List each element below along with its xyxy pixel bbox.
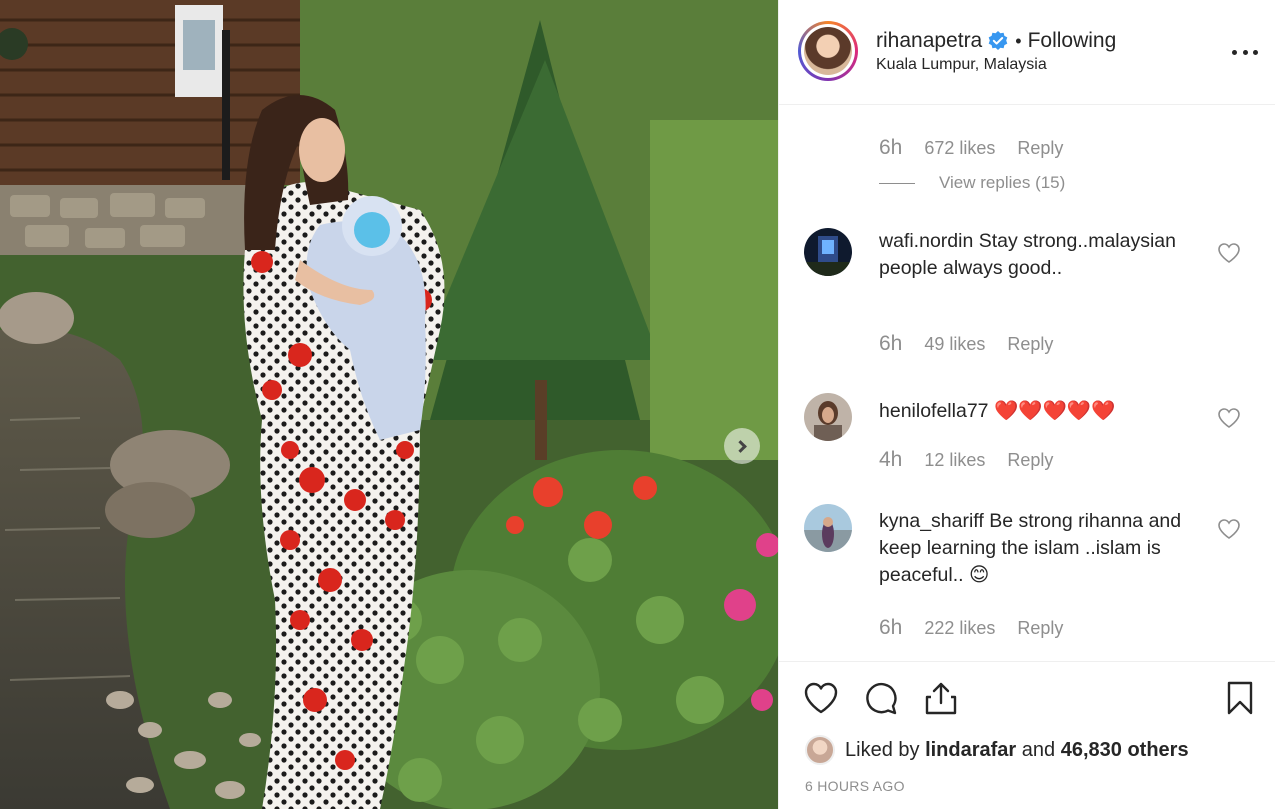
more-options-icon[interactable] <box>1232 40 1258 64</box>
author-username[interactable]: rihanapetra <box>876 29 982 53</box>
author-avatar-image <box>804 27 852 75</box>
comments-list[interactable]: 6h 672 likes Reply View replies (15) waf… <box>779 106 1275 661</box>
comment-meta: 6h 672 likes Reply <box>879 136 1063 160</box>
comment-likes[interactable]: 672 likes <box>924 138 995 159</box>
post-photo[interactable] <box>0 0 778 809</box>
reply-button[interactable]: Reply <box>1017 618 1063 639</box>
carousel-next-button[interactable] <box>724 428 760 464</box>
comment-likes[interactable]: 222 likes <box>924 618 995 639</box>
heart-icon[interactable] <box>803 680 839 716</box>
view-replies-label: View replies (15) <box>939 173 1066 192</box>
comment-text: kyna_shariff Be strong rihanna and keep … <box>879 508 1189 589</box>
verified-badge-icon <box>988 31 1008 50</box>
comment-likes[interactable]: 49 likes <box>924 334 985 355</box>
author-line: rihanapetra • Following <box>876 28 1116 54</box>
reply-button[interactable]: Reply <box>1007 450 1053 471</box>
comment-like-heart-icon[interactable] <box>1217 242 1241 264</box>
comment-time: 6h <box>879 136 903 159</box>
post-photo-illustration <box>0 0 778 809</box>
commenter-username[interactable]: kyna_shariff <box>879 510 984 532</box>
comment-meta: 6h 222 likes Reply <box>879 616 1063 640</box>
author-avatar[interactable] <box>798 21 858 81</box>
reply-button[interactable]: Reply <box>1007 334 1053 355</box>
liked-by-and: and <box>1021 738 1056 761</box>
share-icon[interactable] <box>923 680 959 716</box>
comment-time: 4h <box>879 448 903 471</box>
commenter-avatar[interactable] <box>804 393 852 441</box>
view-replies-button[interactable]: View replies (15) <box>879 173 1065 193</box>
liked-by-user[interactable]: lindarafar <box>925 739 1016 762</box>
comment-text: henilofella77 ❤️❤️❤️❤️❤️ <box>879 398 1189 425</box>
liked-by-prefix: Liked by <box>845 738 920 761</box>
comment-like-heart-icon[interactable] <box>1217 518 1241 540</box>
comment-icon[interactable] <box>863 680 899 716</box>
following-button[interactable]: Following <box>1028 29 1117 53</box>
comment-time: 6h <box>879 616 903 639</box>
post-timestamp[interactable]: 6 HOURS AGO <box>805 778 905 794</box>
bookmark-icon[interactable] <box>1222 680 1258 716</box>
comment-time: 6h <box>879 332 903 355</box>
comment-like-heart-icon[interactable] <box>1217 407 1241 429</box>
liked-by-avatar[interactable] <box>805 735 835 765</box>
chevron-right-icon <box>734 439 747 453</box>
post-location[interactable]: Kuala Lumpur, Malaysia <box>876 56 1047 74</box>
comment-body: ❤️❤️❤️❤️❤️ <box>993 400 1116 422</box>
commenter-avatar[interactable] <box>804 504 852 552</box>
comment-meta: 4h 12 likes Reply <box>879 448 1053 472</box>
commenter-username[interactable]: henilofella77 <box>879 400 989 422</box>
comment-meta: 6h 49 likes Reply <box>879 332 1053 356</box>
commenter-username[interactable]: wafi.nordin <box>879 230 973 252</box>
separator-dot: • <box>1015 30 1022 51</box>
comment-text: wafi.nordin Stay strong..malaysian peopl… <box>879 228 1189 282</box>
liked-by-others[interactable]: 46,830 others <box>1061 739 1189 762</box>
post-sidebar: rihanapetra • Following Kuala Lumpur, Ma… <box>778 0 1275 809</box>
reply-button[interactable]: Reply <box>1017 138 1063 159</box>
liked-by-summary: Liked by lindarafar and 46,830 others <box>805 735 1189 765</box>
post-actions: Liked by lindarafar and 46,830 others 6 … <box>779 661 1275 809</box>
post-header: rihanapetra • Following Kuala Lumpur, Ma… <box>779 0 1275 105</box>
commenter-avatar[interactable] <box>804 228 852 276</box>
comment-likes[interactable]: 12 likes <box>924 450 985 471</box>
